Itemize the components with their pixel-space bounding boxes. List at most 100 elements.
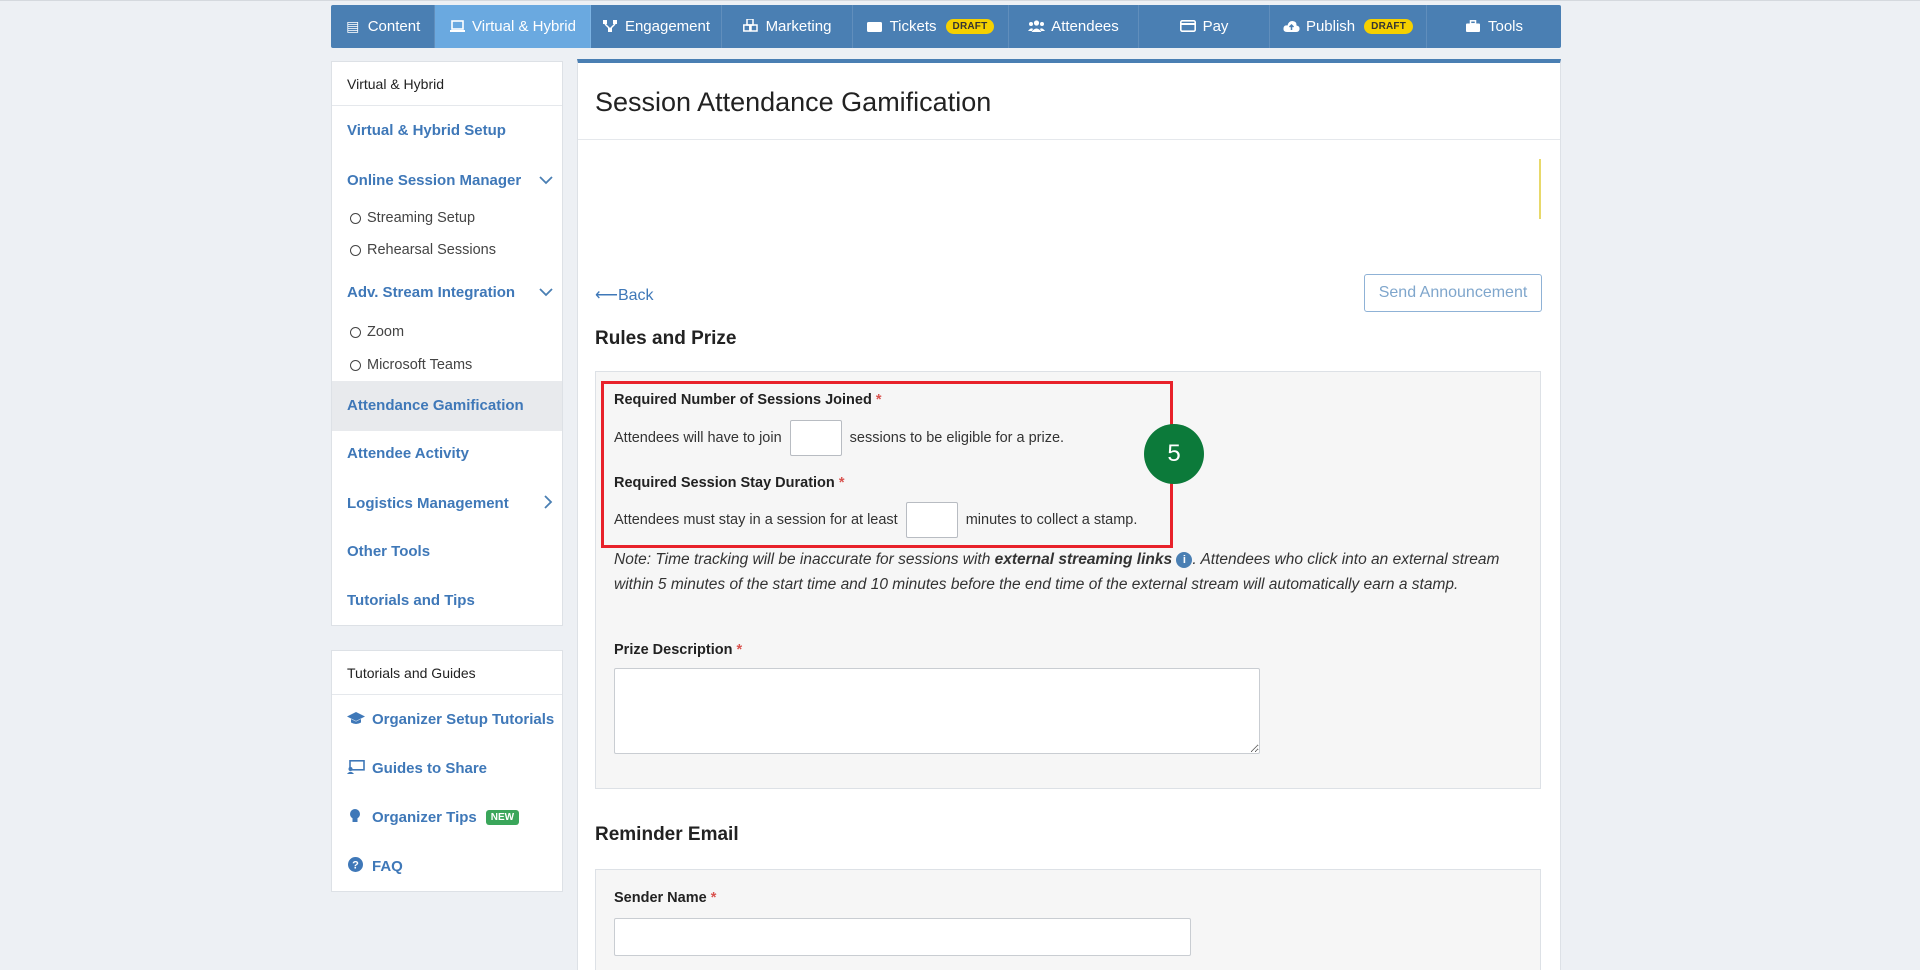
nav-tab-label: Virtual & Hybrid <box>472 18 576 35</box>
sidebar-item-microsoft-teams[interactable]: Microsoft Teams <box>350 357 472 373</box>
prize-description-textarea[interactable] <box>614 668 1260 754</box>
sidebar-item-rehearsal-sessions[interactable]: Rehearsal Sessions <box>350 242 496 258</box>
nav-tab-label: Pay <box>1202 18 1229 35</box>
nav-tab-label: Publish <box>1305 18 1356 35</box>
cloud-upload-icon <box>1283 19 1300 35</box>
cubes-icon <box>743 17 759 35</box>
sidebar-item-faq[interactable]: ? FAQ <box>347 857 403 875</box>
sessions-joined-label: Required Number of Sessions Joined * <box>614 392 882 408</box>
list-icon: ▤ <box>346 18 360 34</box>
new-badge: NEW <box>485 810 520 825</box>
sidebar-item-online-session-manager[interactable]: Online Session Manager <box>347 172 559 189</box>
graduation-cap-icon <box>347 711 365 728</box>
credit-card-icon <box>1179 19 1196 35</box>
sidebar-item-label: Microsoft Teams <box>367 357 473 373</box>
stay-duration-input[interactable] <box>905 502 958 538</box>
stay-duration-row: Attendees must stay in a session for at … <box>614 502 1137 538</box>
divider <box>578 139 1560 140</box>
nav-tab-label: Tickets <box>889 18 937 35</box>
sidebar-item-label: Guides to Share <box>372 760 488 777</box>
users-icon <box>1028 19 1046 35</box>
accent-line <box>1539 159 1541 219</box>
sidebar-item-label: Zoom <box>367 324 405 340</box>
sidebar-item-label: Organizer Setup Tutorials <box>372 711 555 728</box>
back-link[interactable]: ⟵Back <box>595 285 654 305</box>
sidebar-item-label: Online Session Manager <box>347 172 522 189</box>
ticket-icon <box>867 19 883 35</box>
nav-tab-tools[interactable]: Tools <box>1427 5 1561 48</box>
nav-tab-marketing[interactable]: Marketing <box>722 5 853 48</box>
toolbox-icon <box>1465 19 1481 35</box>
nav-tab-label: Engagement <box>624 18 711 35</box>
draft-badge: DRAFT <box>945 19 995 34</box>
draft-badge: DRAFT <box>1364 19 1414 34</box>
label-text: Prize Description <box>614 642 733 658</box>
sessions-joined-input[interactable] <box>789 420 842 456</box>
sidebar-item-label: Rehearsal Sessions <box>367 242 496 258</box>
sidebar-item-attendee-activity[interactable]: Attendee Activity <box>347 445 469 462</box>
nav-tab-attendees[interactable]: Attendees <box>1009 5 1139 48</box>
sidebar-item-label: Streaming Setup <box>367 210 476 226</box>
share-screen-icon <box>347 760 365 777</box>
guides-heading: Tutorials and Guides <box>332 651 562 695</box>
sidebar-item-streaming-setup[interactable]: Streaming Setup <box>350 210 475 226</box>
nav-tab-label: Content <box>367 18 421 35</box>
sidebar-item-attendance-gamification[interactable]: Attendance Gamification <box>347 397 524 414</box>
info-icon[interactable]: i <box>1176 551 1193 568</box>
top-nav: ▤ Content Virtual & Hybrid Engagement Ma… <box>331 5 1561 48</box>
required-asterisk: * <box>838 475 845 491</box>
nav-tab-pay[interactable]: Pay <box>1139 5 1270 48</box>
reminder-email-panel: Sender Name * <box>595 869 1541 970</box>
question-circle-icon: ? <box>347 857 363 875</box>
sidebar-item-guides-to-share[interactable]: Guides to Share <box>347 760 487 777</box>
stay-duration-label: Required Session Stay Duration * <box>614 475 844 491</box>
main-panel: Session Attendance Gamification ⟵Back Se… <box>577 59 1561 970</box>
label-text: Sender Name <box>614 890 707 906</box>
circle-icon <box>350 359 361 371</box>
sender-name-label: Sender Name * <box>614 890 716 906</box>
sessions-post-text: sessions to be eligible for a prize. <box>849 430 1065 446</box>
note-prefix: Note: Time tracking will be inaccurate f… <box>614 551 995 568</box>
network-icon <box>602 19 618 35</box>
back-label: Back <box>617 287 654 304</box>
chevron-down-icon <box>539 284 553 300</box>
sessions-pre-text: Attendees will have to join <box>614 430 782 446</box>
chevron-right-icon <box>544 495 553 512</box>
nav-tab-label: Marketing <box>765 18 832 35</box>
duration-pre-text: Attendees must stay in a session for at … <box>614 512 898 528</box>
laptop-icon <box>449 19 465 35</box>
sidebar-item-organizer-tips[interactable]: Organizer Tips NEW <box>347 808 520 827</box>
sidebar-item-adv-stream-integration[interactable]: Adv. Stream Integration <box>347 284 559 301</box>
sidebar-item-other-tools[interactable]: Other Tools <box>347 543 430 560</box>
circle-icon <box>350 212 361 224</box>
guides-sidebar: Tutorials and Guides Organizer Setup Tut… <box>331 650 563 892</box>
required-asterisk: * <box>736 642 743 658</box>
nav-tab-engagement[interactable]: Engagement <box>591 5 722 48</box>
send-announcement-button[interactable]: Send Announcement <box>1364 274 1542 312</box>
arrow-left-icon: ⟵ <box>595 287 618 304</box>
nav-tab-label: Attendees <box>1051 18 1119 35</box>
nav-tab-publish[interactable]: Publish DRAFT <box>1270 5 1427 48</box>
sidebar: Virtual & Hybrid Virtual & Hybrid Setup … <box>331 61 563 626</box>
nav-tab-virtual-hybrid[interactable]: Virtual & Hybrid <box>435 5 591 48</box>
sidebar-item-setup[interactable]: Virtual & Hybrid Setup <box>347 122 506 139</box>
step-marker: 5 <box>1144 424 1204 484</box>
circle-icon <box>350 326 361 338</box>
page-top-border <box>0 0 1920 1</box>
sender-name-input[interactable] <box>614 918 1191 956</box>
note-bold: external streaming links <box>994 551 1173 568</box>
sidebar-item-zoom[interactable]: Zoom <box>350 324 404 340</box>
label-text: Required Session Stay Duration <box>614 475 835 491</box>
reminder-email-heading: Reminder Email <box>595 824 739 845</box>
sidebar-item-label: FAQ <box>372 857 403 875</box>
nav-tab-content[interactable]: ▤ Content <box>331 5 435 48</box>
sidebar-item-organizer-setup-tutorials[interactable]: Organizer Setup Tutorials <box>347 711 554 728</box>
nav-tab-label: Tools <box>1487 18 1524 35</box>
nav-tab-tickets[interactable]: Tickets DRAFT <box>853 5 1009 48</box>
sessions-joined-row: Attendees will have to join sessions to … <box>614 420 1064 456</box>
sidebar-item-logistics-management[interactable]: Logistics Management <box>347 495 559 512</box>
sidebar-item-tutorials-tips[interactable]: Tutorials and Tips <box>347 592 475 609</box>
circle-icon <box>350 244 361 256</box>
sidebar-item-label: Logistics Management <box>347 495 509 512</box>
required-asterisk: * <box>875 392 882 408</box>
